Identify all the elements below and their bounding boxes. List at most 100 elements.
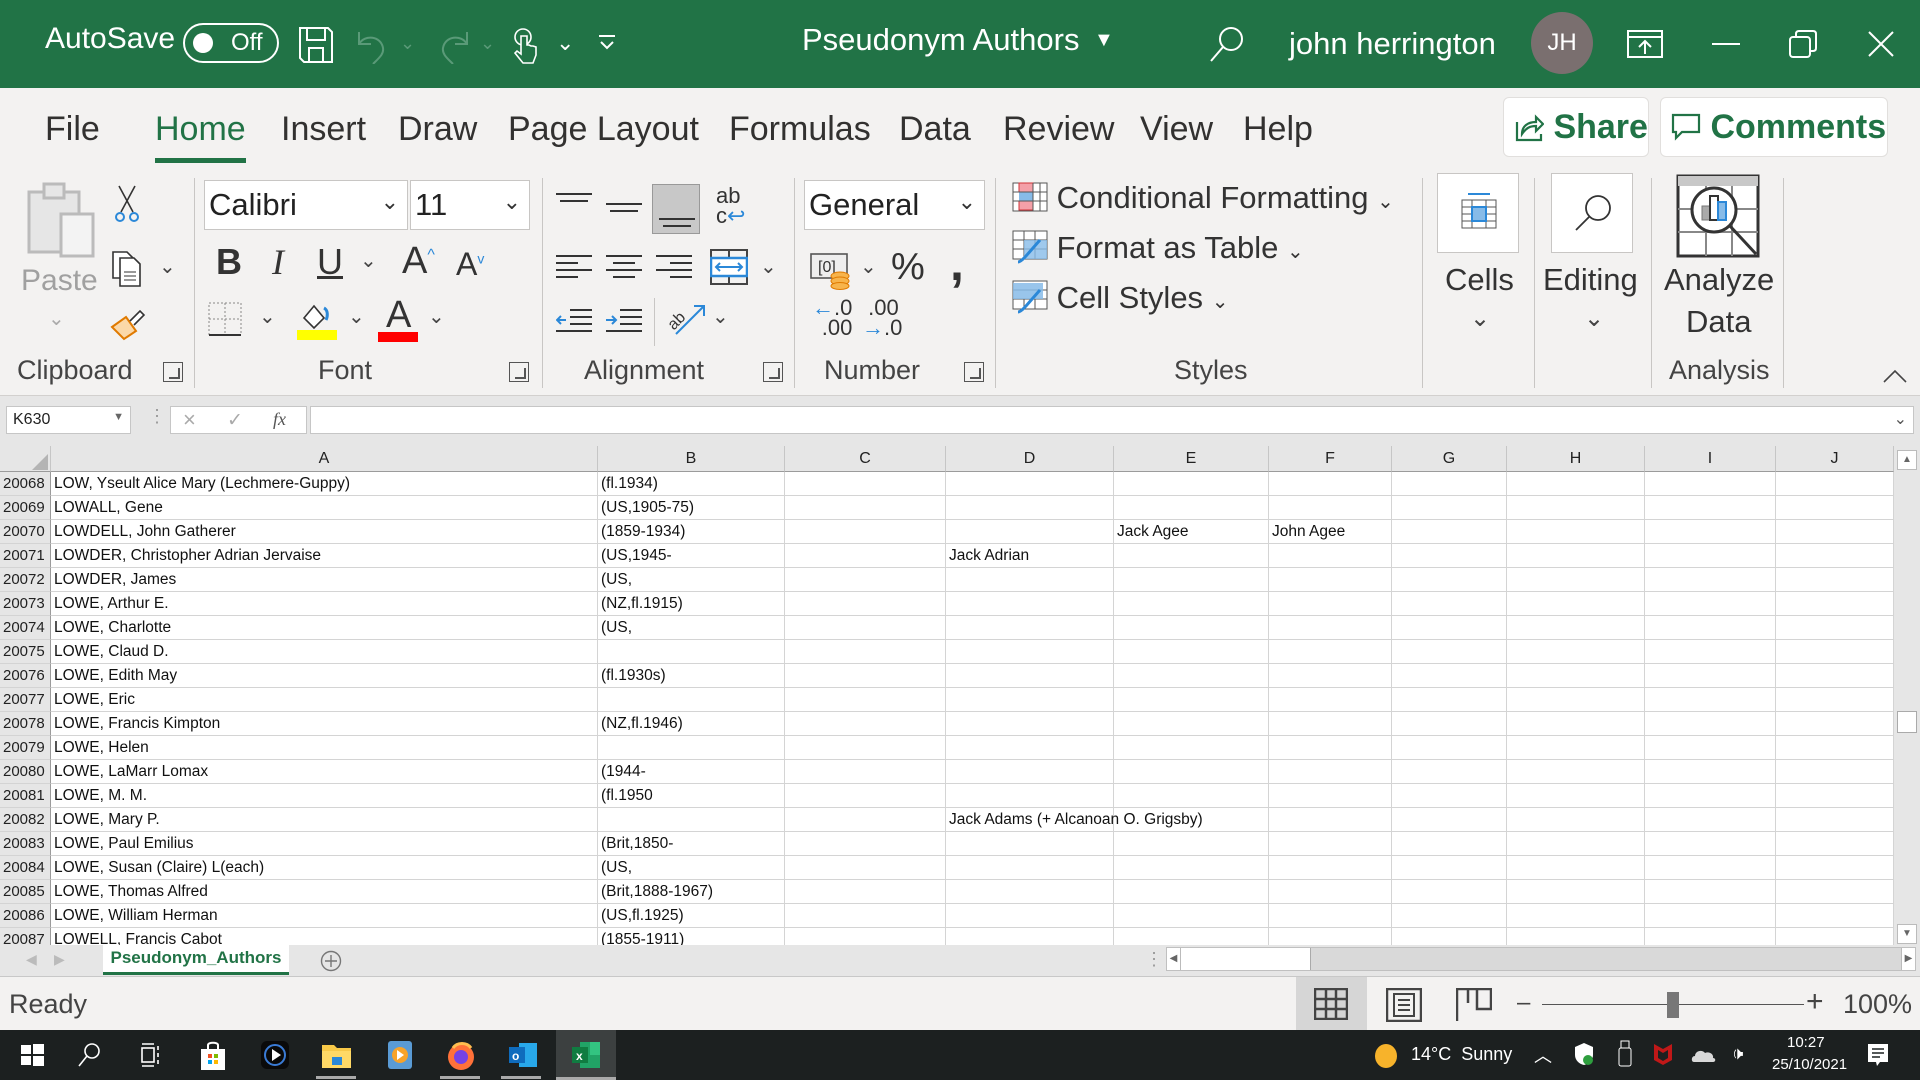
cell-a[interactable]: LOWE, M. M. bbox=[51, 784, 598, 808]
borders-icon[interactable] bbox=[208, 302, 244, 338]
cell-f[interactable] bbox=[1269, 592, 1392, 616]
cell-a[interactable]: LOWDER, James bbox=[51, 568, 598, 592]
font-name-select[interactable]: Calibri ⌄ bbox=[204, 180, 408, 230]
align-left-icon[interactable] bbox=[556, 254, 592, 280]
row-header[interactable]: 20068 bbox=[0, 472, 51, 496]
row-header[interactable]: 20079 bbox=[0, 736, 51, 760]
cell-j[interactable] bbox=[1776, 784, 1894, 808]
undo-dropdown-icon[interactable]: ⌄ bbox=[400, 34, 415, 52]
volume-icon[interactable]: 🕩 bbox=[1732, 1043, 1743, 1064]
cell-f[interactable] bbox=[1269, 688, 1392, 712]
cell-h[interactable] bbox=[1507, 688, 1645, 712]
cell-d[interactable] bbox=[946, 616, 1114, 640]
cell-c[interactable] bbox=[785, 832, 946, 856]
cell-j[interactable] bbox=[1776, 688, 1894, 712]
cut-icon[interactable] bbox=[114, 184, 140, 224]
cell-b[interactable] bbox=[598, 736, 785, 760]
cell-a[interactable]: LOWE, Helen bbox=[51, 736, 598, 760]
cell-b[interactable]: (NZ,fl.1915) bbox=[598, 592, 785, 616]
clock-date[interactable]: 25/10/2021 bbox=[1772, 1056, 1847, 1073]
firefox-icon[interactable] bbox=[445, 1040, 475, 1070]
cell-h[interactable] bbox=[1507, 760, 1645, 784]
row-header[interactable]: 20070 bbox=[0, 520, 51, 544]
cell-g[interactable] bbox=[1392, 640, 1507, 664]
cell-e[interactable] bbox=[1114, 904, 1269, 928]
cell-i[interactable] bbox=[1645, 568, 1776, 592]
cell-i[interactable] bbox=[1645, 832, 1776, 856]
cancel-icon[interactable]: × bbox=[183, 407, 196, 433]
cell-a[interactable]: LOWE, Charlotte bbox=[51, 616, 598, 640]
tab-help[interactable]: Help bbox=[1243, 110, 1313, 149]
tab-insert[interactable]: Insert bbox=[281, 110, 366, 149]
cell-a[interactable]: LOWELL, Francis Cabot bbox=[51, 928, 598, 946]
cell-j[interactable] bbox=[1776, 880, 1894, 904]
italic-button[interactable]: I bbox=[272, 244, 284, 280]
cell-i[interactable] bbox=[1645, 496, 1776, 520]
cell-b[interactable]: (US,fl.1925) bbox=[598, 904, 785, 928]
column-header-c[interactable]: C bbox=[785, 446, 946, 472]
tab-split-handle[interactable]: ⋮ bbox=[1145, 949, 1163, 970]
cell-f[interactable] bbox=[1269, 664, 1392, 688]
cell-g[interactable] bbox=[1392, 592, 1507, 616]
cell-e[interactable] bbox=[1114, 808, 1269, 832]
cell-f[interactable] bbox=[1269, 760, 1392, 784]
cell-d[interactable] bbox=[946, 520, 1114, 544]
font-color-button[interactable]: A bbox=[378, 296, 420, 342]
decrease-indent-icon[interactable] bbox=[556, 308, 592, 334]
onedrive-icon[interactable] bbox=[1690, 1046, 1716, 1064]
cell-j[interactable] bbox=[1776, 544, 1894, 568]
row-header[interactable]: 20087 bbox=[0, 928, 51, 946]
cell-e[interactable] bbox=[1114, 640, 1269, 664]
column-header-i[interactable]: I bbox=[1645, 446, 1776, 472]
percent-style-button[interactable]: % bbox=[891, 248, 925, 286]
cell-g[interactable] bbox=[1392, 928, 1507, 946]
cell-c[interactable] bbox=[785, 856, 946, 880]
cell-f[interactable] bbox=[1269, 904, 1392, 928]
cell-i[interactable] bbox=[1645, 856, 1776, 880]
column-header-h[interactable]: H bbox=[1507, 446, 1645, 472]
cell-j[interactable] bbox=[1776, 832, 1894, 856]
cell-g[interactable] bbox=[1392, 688, 1507, 712]
cell-e[interactable] bbox=[1114, 592, 1269, 616]
cell-d[interactable]: Jack Adams (+ Alcanoan O. Grigsby) bbox=[946, 808, 1203, 832]
customize-qat-icon[interactable] bbox=[597, 34, 617, 54]
cell-c[interactable] bbox=[785, 520, 946, 544]
zoom-slider-thumb[interactable] bbox=[1667, 992, 1679, 1018]
cell-h[interactable] bbox=[1507, 856, 1645, 880]
row-header[interactable]: 20074 bbox=[0, 616, 51, 640]
cell-f[interactable] bbox=[1269, 928, 1392, 946]
row-header[interactable]: 20081 bbox=[0, 784, 51, 808]
cell-j[interactable] bbox=[1776, 928, 1894, 946]
formula-input[interactable]: ⌄ bbox=[310, 406, 1914, 434]
cell-c[interactable] bbox=[785, 568, 946, 592]
save-icon[interactable] bbox=[298, 26, 334, 64]
cell-j[interactable] bbox=[1776, 856, 1894, 880]
cell-a[interactable]: LOWDELL, John Gatherer bbox=[51, 520, 598, 544]
underline-button[interactable]: U bbox=[317, 244, 343, 280]
avatar[interactable]: JH bbox=[1531, 12, 1593, 74]
add-sheet-icon[interactable] bbox=[320, 950, 342, 972]
increase-decimal-button[interactable]: ←.0.00 bbox=[812, 297, 852, 339]
cell-h[interactable] bbox=[1507, 664, 1645, 688]
cell-i[interactable] bbox=[1645, 472, 1776, 496]
next-sheet-icon[interactable]: ▶ bbox=[54, 951, 65, 968]
format-painter-icon[interactable] bbox=[110, 305, 150, 341]
cell-b[interactable]: (US, bbox=[598, 856, 785, 880]
mcafee-icon[interactable] bbox=[1652, 1042, 1674, 1066]
cell-e[interactable] bbox=[1114, 880, 1269, 904]
minimize-icon[interactable] bbox=[1712, 42, 1740, 46]
borders-dropdown-icon[interactable]: ⌄ bbox=[259, 304, 276, 329]
align-center-icon[interactable] bbox=[606, 254, 642, 280]
touch-mode-icon[interactable] bbox=[512, 26, 542, 66]
cell-g[interactable] bbox=[1392, 880, 1507, 904]
share-button[interactable]: Share bbox=[1503, 97, 1649, 157]
row-header[interactable]: 20086 bbox=[0, 904, 51, 928]
decrease-decimal-button[interactable]: .00 →.0 bbox=[862, 297, 902, 339]
cell-f[interactable] bbox=[1269, 472, 1392, 496]
cell-f[interactable] bbox=[1269, 880, 1392, 904]
cell-d[interactable] bbox=[946, 856, 1114, 880]
cell-i[interactable] bbox=[1645, 520, 1776, 544]
merge-center-icon[interactable] bbox=[710, 249, 748, 285]
cell-j[interactable] bbox=[1776, 520, 1894, 544]
close-icon[interactable] bbox=[1867, 30, 1895, 58]
